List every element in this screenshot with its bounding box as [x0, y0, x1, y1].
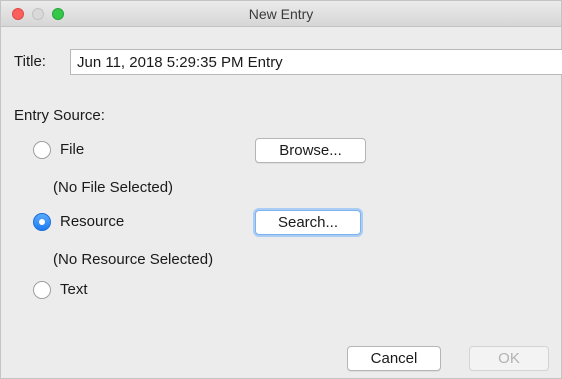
- file-status-text: (No File Selected): [53, 179, 174, 196]
- ok-button[interactable]: OK: [469, 346, 549, 371]
- cancel-button[interactable]: Cancel: [347, 346, 441, 371]
- browse-button[interactable]: Browse...: [255, 138, 366, 163]
- title-label: Title:: [14, 53, 46, 70]
- text-radio[interactable]: [33, 281, 51, 299]
- resource-radio[interactable]: [33, 213, 51, 231]
- title-bar: New Entry: [1, 1, 561, 27]
- file-radio-label[interactable]: File: [60, 141, 84, 158]
- resource-status-text: (No Resource Selected): [53, 251, 214, 268]
- text-radio-label[interactable]: Text: [60, 281, 88, 298]
- search-button[interactable]: Search...: [255, 210, 361, 235]
- new-entry-dialog: New Entry Title: Entry Source: File Brow…: [0, 0, 562, 379]
- window-title: New Entry: [248, 6, 314, 22]
- file-radio[interactable]: [33, 141, 51, 159]
- entry-source-label: Entry Source:: [14, 107, 105, 124]
- resource-radio-label[interactable]: Resource: [60, 213, 124, 230]
- title-input[interactable]: [70, 49, 562, 75]
